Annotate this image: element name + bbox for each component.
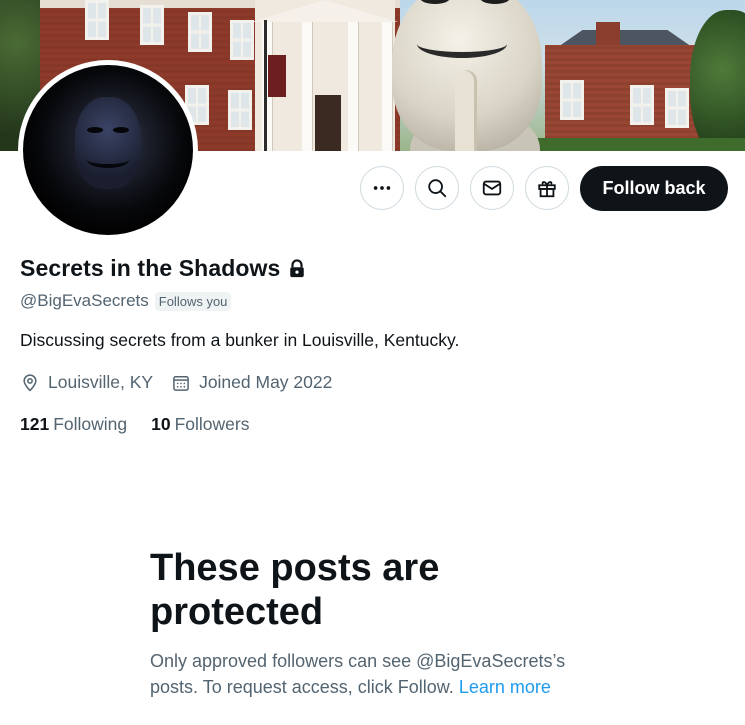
- protected-title: These posts are protected: [150, 547, 440, 633]
- message-button[interactable]: [470, 166, 514, 210]
- mask-eye: [480, 0, 510, 4]
- gift-button[interactable]: [525, 166, 569, 210]
- banner-window: [560, 80, 584, 120]
- mask-eye: [420, 0, 450, 4]
- avatar-mask-eye: [87, 127, 103, 133]
- followers-count: 10: [151, 414, 171, 434]
- search-icon: [428, 179, 447, 198]
- lock-icon: [290, 258, 305, 277]
- banner-window: [228, 90, 252, 130]
- banner-lamppost: [264, 20, 267, 151]
- banner-column: [302, 22, 312, 151]
- profile-avatar[interactable]: [18, 60, 198, 240]
- protected-description: Only approved followers can see @BigEvaS…: [150, 648, 610, 700]
- profile-bio: Discussing secrets from a bunker in Loui…: [20, 330, 460, 350]
- banner-window: [230, 20, 254, 60]
- profile-meta: Louisville, KY Joined May 2022: [20, 372, 350, 393]
- banner-window: [85, 0, 109, 40]
- banner-flag: [268, 55, 286, 97]
- followers-label: Followers: [174, 414, 250, 434]
- more-horizontal-icon: [373, 186, 391, 190]
- followers-link[interactable]: 10 Followers: [151, 414, 249, 435]
- banner-window: [188, 12, 212, 52]
- avatar-mask-eye: [113, 127, 129, 133]
- banner-door: [315, 95, 341, 151]
- calendar-icon: [173, 375, 189, 391]
- profile-handle-row: @BigEvaSecrets Follows you: [20, 291, 232, 311]
- follows-you-badge: Follows you: [154, 291, 232, 311]
- banner-pediment: [252, 0, 398, 22]
- search-button[interactable]: [415, 166, 459, 210]
- profile-name-row: Secrets in the Shadows: [20, 255, 306, 282]
- avatar-mask-face: [75, 97, 141, 189]
- learn-more-link[interactable]: Learn more: [459, 677, 551, 697]
- banner-window: [630, 85, 654, 125]
- user-handle: @BigEvaSecrets: [20, 291, 149, 310]
- avatar-image: [23, 65, 193, 235]
- banner-trees-right: [690, 10, 745, 151]
- mask-mustache: [417, 30, 507, 58]
- banner-shush-finger: [455, 70, 477, 151]
- banner-hedge: [520, 138, 745, 151]
- display-name: Secrets in the Shadows: [20, 255, 281, 281]
- banner-column: [382, 22, 392, 151]
- banner-column: [348, 22, 358, 151]
- location-pin-icon: [23, 373, 37, 392]
- following-label: Following: [53, 414, 128, 434]
- follow-back-button[interactable]: Follow back: [580, 166, 728, 211]
- joined-text: Joined May 2022: [199, 372, 333, 392]
- more-button[interactable]: [360, 166, 404, 210]
- location-item: Louisville, KY: [20, 372, 153, 393]
- avatar-mask-mustache: [87, 152, 129, 168]
- following-count: 121: [20, 414, 50, 434]
- location-text: Louisville, KY: [48, 372, 154, 392]
- gift-icon: [538, 181, 556, 198]
- banner-window: [140, 5, 164, 45]
- following-link[interactable]: 121 Following: [20, 414, 127, 435]
- mail-icon: [482, 180, 502, 196]
- banner-window: [665, 88, 689, 128]
- profile-stats: 121 Following 10 Followers: [20, 414, 274, 435]
- joined-item: Joined May 2022: [171, 372, 332, 393]
